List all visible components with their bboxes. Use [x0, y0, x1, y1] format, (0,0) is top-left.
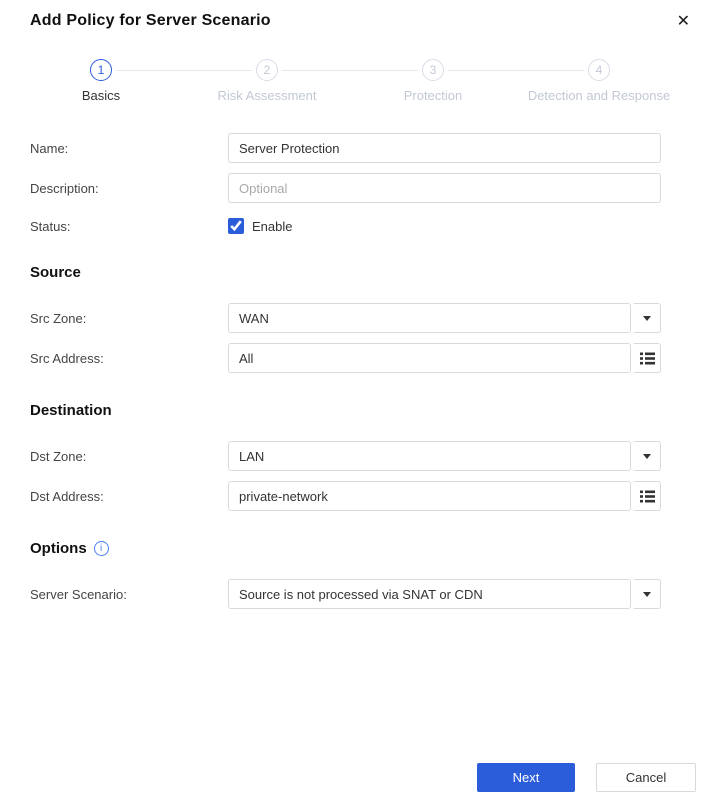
src-zone-label: Src Zone: — [30, 310, 87, 326]
status-label: Status: — [30, 218, 71, 234]
server-scenario-label: Server Scenario: — [30, 586, 127, 602]
description-row: Description: — [30, 173, 712, 203]
chevron-down-icon — [643, 453, 651, 459]
name-row: Name: — [30, 133, 712, 163]
description-label: Description: — [30, 180, 99, 196]
list-icon — [639, 352, 655, 364]
close-button[interactable]: ✕ — [673, 12, 694, 32]
step-circle-4[interactable]: 4 — [588, 59, 610, 81]
status-row: Status: Enable — [30, 217, 712, 235]
source-section-header: Source — [30, 264, 712, 281]
add-policy-dialog: Add Policy for Server Scenario ✕ 1 Basic… — [0, 0, 712, 799]
dialog-title: Add Policy for Server Scenario — [30, 12, 271, 29]
info-icon[interactable]: i — [93, 541, 109, 556]
options-section-title: Options — [30, 540, 87, 557]
src-address-input[interactable] — [228, 343, 631, 373]
destination-section-header: Destination — [30, 402, 712, 419]
dialog-footer: Next Cancel — [477, 763, 696, 792]
next-button[interactable]: Next — [477, 763, 575, 792]
enable-checkbox[interactable] — [228, 218, 244, 234]
destination-section-title: Destination — [30, 402, 112, 419]
dst-address-list-button[interactable] — [634, 481, 661, 511]
close-icon: ✕ — [676, 13, 690, 30]
dialog-header: Add Policy for Server Scenario ✕ — [0, 0, 712, 32]
step-circle-2[interactable]: 2 — [256, 59, 278, 81]
chevron-down-icon — [643, 315, 651, 321]
dst-zone-select[interactable] — [228, 441, 631, 471]
name-label: Name: — [30, 140, 69, 156]
dst-address-row: Dst Address: — [30, 481, 712, 511]
name-input[interactable] — [228, 133, 661, 163]
options-section-header: Options i — [30, 540, 712, 557]
src-zone-dropdown-button[interactable] — [634, 303, 661, 333]
step-label-risk-assessment: Risk Assessment — [217, 88, 317, 103]
list-icon — [639, 490, 655, 502]
step-basics: 1 Basics — [18, 59, 252, 103]
step-risk-assessment: 2 Risk Assessment — [184, 59, 418, 103]
step-detection-response: 4 Detection and Response — [516, 59, 682, 103]
dst-zone-row: Dst Zone: — [30, 441, 712, 471]
dst-zone-dropdown-button[interactable] — [634, 441, 661, 471]
dst-address-label: Dst Address: — [30, 488, 104, 504]
source-section-title: Source — [30, 264, 81, 281]
step-label-protection: Protection — [403, 88, 463, 103]
step-label-basics: Basics — [81, 88, 121, 103]
step-label-detection-response: Detection and Response — [527, 88, 671, 103]
dst-address-input[interactable] — [228, 481, 631, 511]
src-zone-row: Src Zone: — [30, 303, 712, 333]
src-address-label: Src Address: — [30, 350, 104, 366]
chevron-down-icon — [643, 591, 651, 597]
src-address-list-button[interactable] — [634, 343, 661, 373]
src-address-row: Src Address: — [30, 343, 712, 373]
dst-zone-label: Dst Zone: — [30, 448, 87, 464]
enable-checkbox-label: Enable — [252, 218, 293, 234]
step-circle-1[interactable]: 1 — [90, 59, 112, 81]
src-zone-select[interactable] — [228, 303, 631, 333]
cancel-button[interactable]: Cancel — [596, 763, 696, 792]
server-scenario-dropdown-button[interactable] — [634, 579, 661, 609]
wizard-stepper: 1 Basics 2 Risk Assessment 3 Protection … — [18, 59, 682, 103]
step-protection: 3 Protection — [350, 59, 584, 103]
server-scenario-select[interactable] — [228, 579, 631, 609]
policy-form: Name: Description: Status: Enable Source… — [30, 133, 712, 609]
step-circle-3[interactable]: 3 — [422, 59, 444, 81]
server-scenario-row: Server Scenario: — [30, 579, 712, 609]
description-input[interactable] — [228, 173, 661, 203]
